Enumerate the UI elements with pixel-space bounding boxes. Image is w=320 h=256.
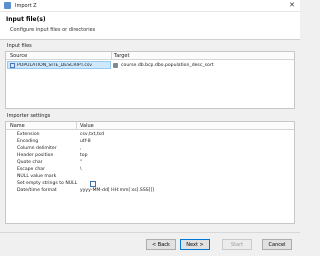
column-target[interactable]: Target bbox=[114, 53, 129, 59]
column-source[interactable]: Source bbox=[10, 53, 27, 59]
back-button[interactable]: < Back bbox=[146, 239, 176, 250]
input-files-header: Source Target bbox=[6, 52, 294, 60]
setting-name: Header position bbox=[17, 153, 54, 158]
column-value[interactable]: Value bbox=[80, 123, 94, 129]
setting-value[interactable]: yyyy-MM-dd[ HH:mm[:ss[.SSS]]] bbox=[80, 188, 154, 193]
wizard-header: Input file(s) Configure input files or d… bbox=[0, 12, 300, 40]
setting-value[interactable]: top bbox=[80, 153, 88, 158]
page-description: Configure input files or directories bbox=[10, 27, 96, 33]
close-icon[interactable]: ✕ bbox=[289, 2, 295, 9]
column-divider[interactable] bbox=[111, 52, 112, 60]
setting-row-header-position[interactable]: Header position top bbox=[6, 153, 294, 160]
input-files-label: Input files bbox=[7, 43, 32, 49]
setting-row-null-value-mark[interactable]: NULL value mark bbox=[6, 174, 294, 181]
window-title: Import Z bbox=[15, 2, 37, 9]
empty-strings-null-checkbox[interactable] bbox=[90, 181, 96, 187]
table-row[interactable]: POPULATION_SITE_DESCRIPT.csv course.db.b… bbox=[7, 61, 293, 69]
setting-value[interactable]: \ bbox=[80, 167, 82, 172]
cancel-button[interactable]: Cancel bbox=[262, 239, 292, 250]
setting-row-empty-strings-null[interactable]: Set empty strings to NULL bbox=[6, 181, 294, 188]
setting-name: Date/time format bbox=[17, 188, 57, 193]
source-cell[interactable]: POPULATION_SITE_DESCRIPT.csv bbox=[7, 61, 111, 69]
setting-value[interactable]: csv,txt,tsd bbox=[80, 132, 104, 137]
target-cell[interactable]: course.db.bcp.dbo.population_desc_sort bbox=[113, 61, 214, 69]
start-button[interactable]: Start bbox=[222, 239, 252, 250]
file-icon bbox=[10, 62, 15, 68]
setting-row-quote-char[interactable]: Quote char " bbox=[6, 160, 294, 167]
column-name[interactable]: Name bbox=[10, 123, 25, 129]
setting-name: NULL value mark bbox=[17, 174, 57, 179]
setting-value[interactable]: utf-8 bbox=[80, 139, 91, 144]
setting-row-escape-char[interactable]: Escape char \ bbox=[6, 167, 294, 174]
column-divider[interactable] bbox=[76, 122, 77, 130]
setting-row-encoding[interactable]: Encoding utf-8 bbox=[6, 139, 294, 146]
app-icon bbox=[4, 2, 11, 9]
setting-value[interactable]: , bbox=[80, 146, 81, 151]
setting-name: Extension bbox=[17, 132, 40, 137]
setting-name: Quote char bbox=[17, 160, 43, 165]
settings-header: Name Value bbox=[6, 122, 294, 130]
next-button[interactable]: Next > bbox=[180, 239, 210, 250]
setting-row-datetime-format[interactable]: Date/time format yyyy-MM-dd[ HH:mm[:ss[.… bbox=[6, 188, 294, 195]
input-files-table: Source Target POPULATION_SITE_DESCRIPT.c… bbox=[5, 51, 295, 109]
window-titlebar: Import Z ✕ bbox=[0, 0, 300, 12]
importer-settings-table: Name Value Extension csv,txt,tsd Encodin… bbox=[5, 121, 295, 224]
page-title: Input file(s) bbox=[6, 16, 46, 23]
target-table-name: course.db.bcp.dbo.population_desc_sort bbox=[121, 62, 214, 68]
setting-name: Escape char bbox=[17, 167, 45, 172]
table-icon bbox=[113, 62, 118, 68]
setting-value[interactable]: " bbox=[80, 160, 82, 165]
setting-row-column-delimiter[interactable]: Column delimiter , bbox=[6, 146, 294, 153]
source-file-name: POPULATION_SITE_DESCRIPT.csv bbox=[17, 62, 92, 68]
wizard-footer: < Back Next > Start Cancel bbox=[0, 232, 300, 256]
setting-name: Column delimiter bbox=[17, 146, 57, 151]
setting-name: Set empty strings to NULL bbox=[17, 181, 78, 186]
importer-settings-label: Importer settings bbox=[7, 113, 51, 119]
setting-row-extension[interactable]: Extension csv,txt,tsd bbox=[6, 132, 294, 139]
setting-name: Encoding bbox=[17, 139, 39, 144]
